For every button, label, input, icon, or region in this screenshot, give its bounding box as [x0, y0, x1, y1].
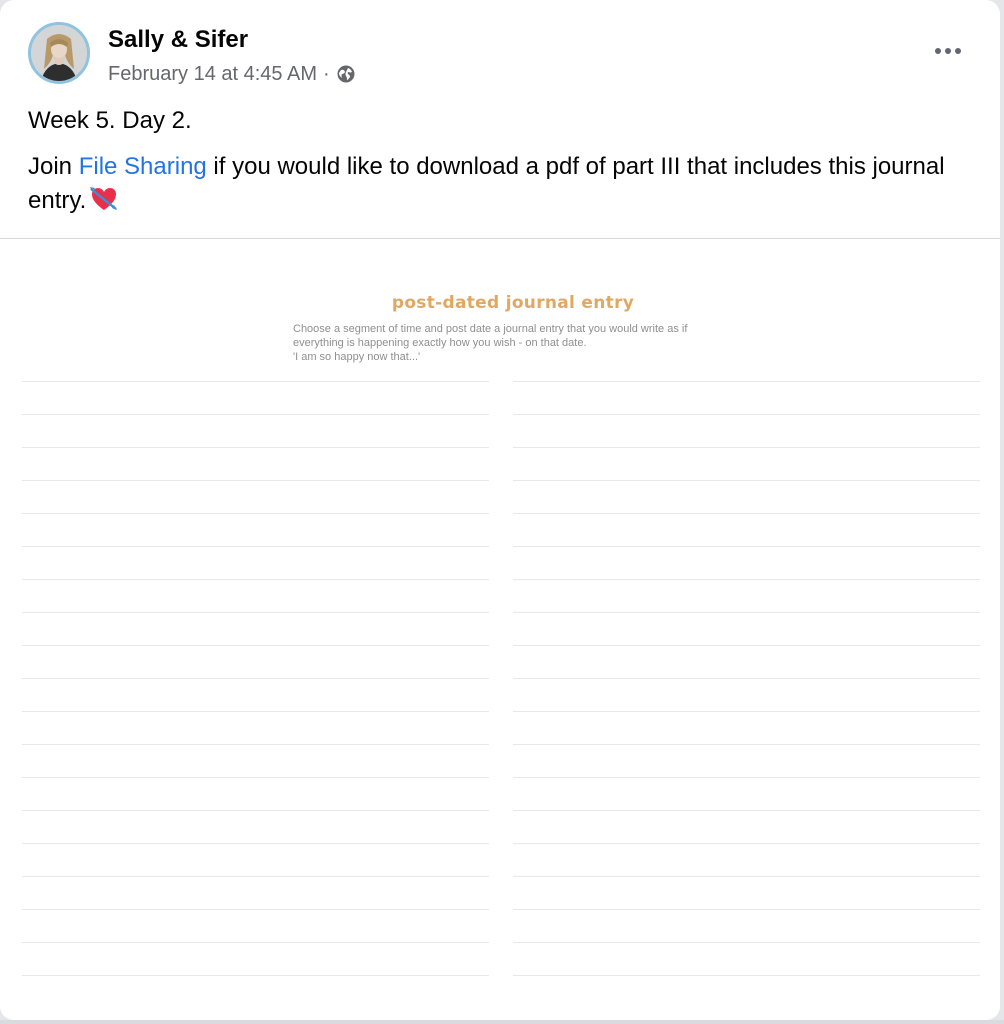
journal-rule-line — [513, 910, 980, 943]
journal-rule-line — [513, 415, 980, 448]
journal-rule-line — [513, 481, 980, 514]
journal-rule-line — [22, 613, 489, 646]
journal-instruction-line: everything is happening exactly how you … — [293, 337, 587, 349]
journal-rule-line — [22, 580, 489, 613]
journal-rule-line — [22, 547, 489, 580]
journal-rule-line — [22, 844, 489, 877]
journal-rule-line — [513, 778, 980, 811]
post-card: Sally & Sifer February 14 at 4:45 AM · W… — [0, 0, 1000, 1020]
journal-rule-line — [22, 910, 489, 943]
journal-rule-line — [513, 613, 980, 646]
avatar-photo — [31, 25, 87, 81]
journal-rule-line — [22, 745, 489, 778]
heart-with-arrow-icon — [90, 186, 118, 222]
journal-rule-line — [513, 745, 980, 778]
post-text: Week 5. Day 2. Join File Sharing if you … — [28, 104, 968, 222]
journal-rule-line — [22, 382, 489, 415]
post-text-paragraph: Join File Sharing if you would like to d… — [28, 150, 968, 222]
meta-separator: · — [323, 63, 330, 85]
more-options-dot — [955, 48, 961, 54]
journal-rule-line — [22, 481, 489, 514]
journal-instructions: Choose a segment of time and post date a… — [293, 322, 753, 364]
journal-rule-line — [513, 679, 980, 712]
post-meta: February 14 at 4:45 AM · — [108, 62, 356, 86]
journal-rule-line — [22, 646, 489, 679]
journal-rule-line — [513, 877, 980, 910]
journal-image[interactable]: post-dated journal entry Choose a segmen… — [0, 239, 1000, 1020]
journal-rule-line — [513, 811, 980, 844]
journal-rule-line — [22, 679, 489, 712]
author-name[interactable]: Sally & Sifer — [108, 26, 248, 54]
journal-rule-line — [513, 844, 980, 877]
journal-rule-line — [22, 943, 489, 976]
more-options-icon — [935, 48, 941, 54]
journal-lines-right — [513, 381, 980, 976]
more-options-dot — [945, 48, 951, 54]
journal-rule-line — [513, 448, 980, 481]
journal-rule-line — [22, 712, 489, 745]
journal-rule-line — [22, 778, 489, 811]
journal-instruction-line: Choose a segment of time and post date a… — [293, 323, 688, 335]
feed-background — [0, 1020, 1004, 1024]
post-text-prefix: Join — [28, 153, 79, 180]
journal-rule-line — [22, 877, 489, 910]
post-timestamp[interactable]: February 14 at 4:45 AM — [108, 62, 317, 86]
journal-rule-line — [513, 712, 980, 745]
journal-rule-line — [22, 514, 489, 547]
journal-rule-line — [513, 646, 980, 679]
journal-rule-line — [22, 448, 489, 481]
journal-rule-line — [513, 943, 980, 976]
file-sharing-link[interactable]: File Sharing — [79, 153, 207, 180]
journal-lines-left — [22, 381, 489, 976]
more-options-button[interactable] — [928, 36, 968, 66]
post-text-line: Week 5. Day 2. — [28, 107, 192, 134]
journal-rule-line — [513, 382, 980, 415]
globe-icon[interactable] — [336, 64, 356, 84]
journal-rule-line — [22, 811, 489, 844]
journal-title: post-dated journal entry — [391, 293, 635, 313]
journal-rule-line — [513, 547, 980, 580]
journal-rule-line — [513, 580, 980, 613]
journal-rule-line — [513, 514, 980, 547]
journal-instruction-line: 'I am so happy now that...' — [293, 351, 421, 363]
journal-rule-line — [22, 415, 489, 448]
avatar[interactable] — [28, 22, 90, 84]
post-header: Sally & Sifer February 14 at 4:45 AM · — [28, 22, 972, 88]
